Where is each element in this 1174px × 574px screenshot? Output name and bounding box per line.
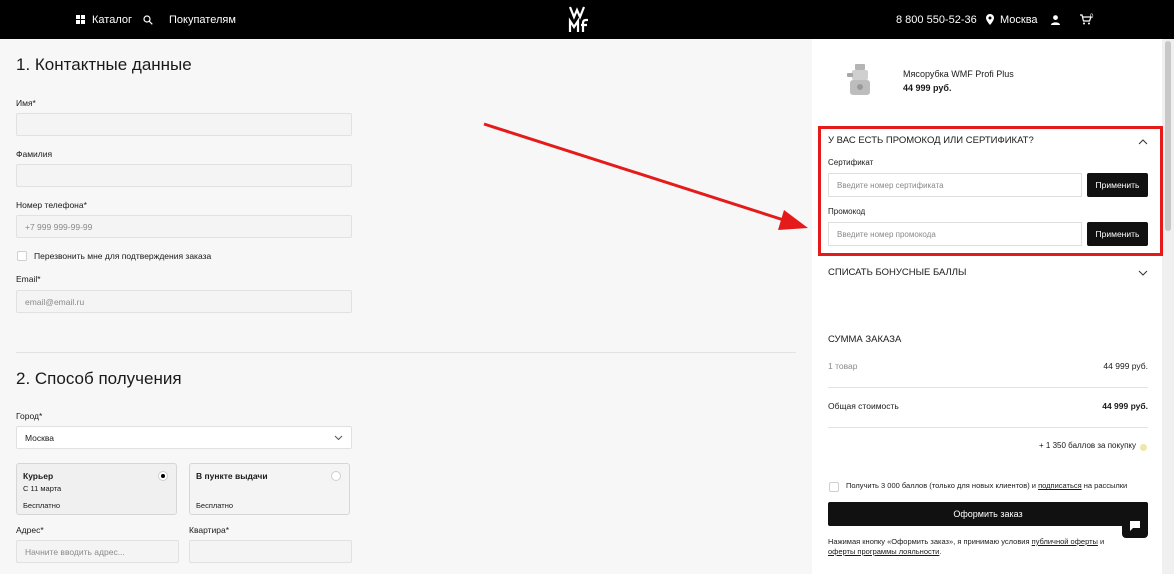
delivery-option-date: С 11 марта (23, 484, 62, 493)
subscribe-prefix: Получить 3 000 баллов (только для новых … (846, 481, 1039, 490)
legal-prefix: Нажимая кнопку «Оформить заказ», я прини… (828, 537, 1032, 546)
loyalty-offer-link[interactable]: оферты программы лояльности (828, 547, 939, 556)
promocode-label: Промокод (828, 207, 866, 216)
delivery-section-title: 2. Способ получения (16, 369, 182, 388)
address-label: Адрес* (16, 525, 44, 535)
address-field[interactable]: Начните вводить адрес... (16, 540, 179, 563)
first-name-label: Имя* (16, 98, 36, 108)
apply-certificate-button[interactable]: Применить (1087, 173, 1148, 197)
chevron-up-icon[interactable] (1138, 139, 1148, 145)
city-field-label: Город* (16, 411, 43, 421)
user-icon (1051, 14, 1060, 25)
city-label: Москва (1000, 13, 1038, 26)
order-summary-panel (812, 39, 1162, 574)
contact-section-title: 1. Контактные данные (16, 55, 192, 74)
bonus-section-title[interactable]: СПИСАТЬ БОНУСНЫЕ БАЛЛЫ (828, 267, 966, 278)
section-divider (16, 352, 796, 353)
city-select-value: Москва (25, 432, 55, 443)
catalog-menu[interactable]: Каталог (76, 0, 132, 39)
last-name-label: Фамилия (16, 149, 53, 159)
checkout-button[interactable]: Оформить заказ (828, 502, 1148, 526)
chat-button[interactable] (1122, 512, 1148, 538)
account-button[interactable] (1051, 0, 1060, 39)
legal-suffix: . (939, 547, 942, 556)
summary-divider (828, 427, 1148, 428)
apartment-label: Квартира* (189, 525, 230, 535)
search-button[interactable] (143, 0, 153, 39)
public-offer-link[interactable]: публичной оферты (1032, 537, 1098, 546)
total-value: 44 999 руб. (1102, 401, 1148, 411)
wmf-logo[interactable] (568, 5, 594, 34)
delivery-option-title: В пункте выдачи (196, 471, 268, 481)
delivery-option-price: Бесплатно (23, 501, 61, 510)
search-icon (143, 14, 153, 25)
subscribe-link[interactable]: подписаться (1038, 481, 1082, 490)
summary-title: СУММА ЗАКАЗА (828, 334, 902, 345)
phone-label: Номер телефона* (16, 200, 87, 210)
email-field[interactable]: email@email.ru (16, 290, 352, 313)
subscribe-suffix: на рассылки (1081, 481, 1128, 490)
promocode-input[interactable]: Введите номер промокода (828, 222, 1082, 246)
summary-divider (828, 387, 1148, 388)
apartment-field[interactable] (189, 540, 352, 563)
promo-section-title[interactable]: У ВАС ЕСТЬ ПРОМОКОД ИЛИ СЕРТИФИКАТ? (828, 135, 1034, 146)
apply-promocode-button[interactable]: Применить (1087, 222, 1148, 246)
legal-notice: Нажимая кнопку «Оформить заказ», я прини… (828, 537, 1128, 557)
phone-number[interactable]: 8 800 550-52-36 (896, 0, 977, 39)
city-select[interactable]: Москва (16, 426, 352, 449)
catalog-label: Каталог (92, 13, 132, 26)
first-name-field[interactable] (16, 113, 352, 136)
subscribe-checkbox[interactable] (829, 482, 839, 492)
courier-radio[interactable] (158, 471, 168, 481)
top-navigation-bar: Каталог Покупателям 8 800 550-52-36 Моск… (0, 0, 1174, 39)
certificate-label: Сертификат (828, 158, 874, 167)
city-selector[interactable]: Москва (986, 0, 1038, 39)
chevron-down-icon[interactable] (1138, 270, 1148, 276)
delivery-option-title: Курьер (23, 471, 54, 481)
cart-count: 0 (1090, 13, 1094, 20)
cart-button[interactable]: 0 (1080, 0, 1093, 39)
delivery-option-courier[interactable]: Курьер С 11 марта Бесплатно (16, 463, 177, 515)
callback-checkbox[interactable] (17, 251, 27, 261)
legal-mid: и (1097, 537, 1105, 546)
subscribe-text: Получить 3 000 баллов (только для новых … (846, 481, 1127, 490)
product-image[interactable] (846, 62, 874, 98)
bonus-points-text: + 1 350 баллов за покупку (1039, 441, 1136, 450)
chat-icon (1130, 521, 1140, 531)
items-value: 44 999 руб. (1103, 361, 1148, 371)
pickup-radio[interactable] (331, 471, 341, 481)
grid-icon (76, 15, 85, 24)
items-count-label: 1 товар (828, 361, 858, 371)
scrollbar-thumb[interactable] (1165, 41, 1171, 231)
last-name-field[interactable] (16, 164, 352, 187)
bonus-coin-icon (1140, 444, 1147, 451)
delivery-option-pickup[interactable]: В пункте выдачи Бесплатно (189, 463, 350, 515)
delivery-option-price: Бесплатно (196, 501, 234, 510)
email-label: Email* (16, 274, 41, 284)
certificate-input[interactable]: Введите номер сертификата (828, 173, 1082, 197)
scrollbar[interactable] (1162, 39, 1174, 574)
chevron-down-icon (334, 435, 343, 441)
location-icon (986, 14, 994, 25)
customers-link[interactable]: Покупателям (169, 0, 236, 39)
callback-label: Перезвонить мне для подтверждения заказа (34, 251, 212, 261)
total-label: Общая стоимость (828, 401, 899, 411)
product-name[interactable]: Мясорубка WMF Profi Plus (903, 69, 1014, 79)
product-price: 44 999 руб. (903, 83, 952, 93)
phone-field[interactable]: +7 999 999-99-99 (16, 215, 352, 238)
